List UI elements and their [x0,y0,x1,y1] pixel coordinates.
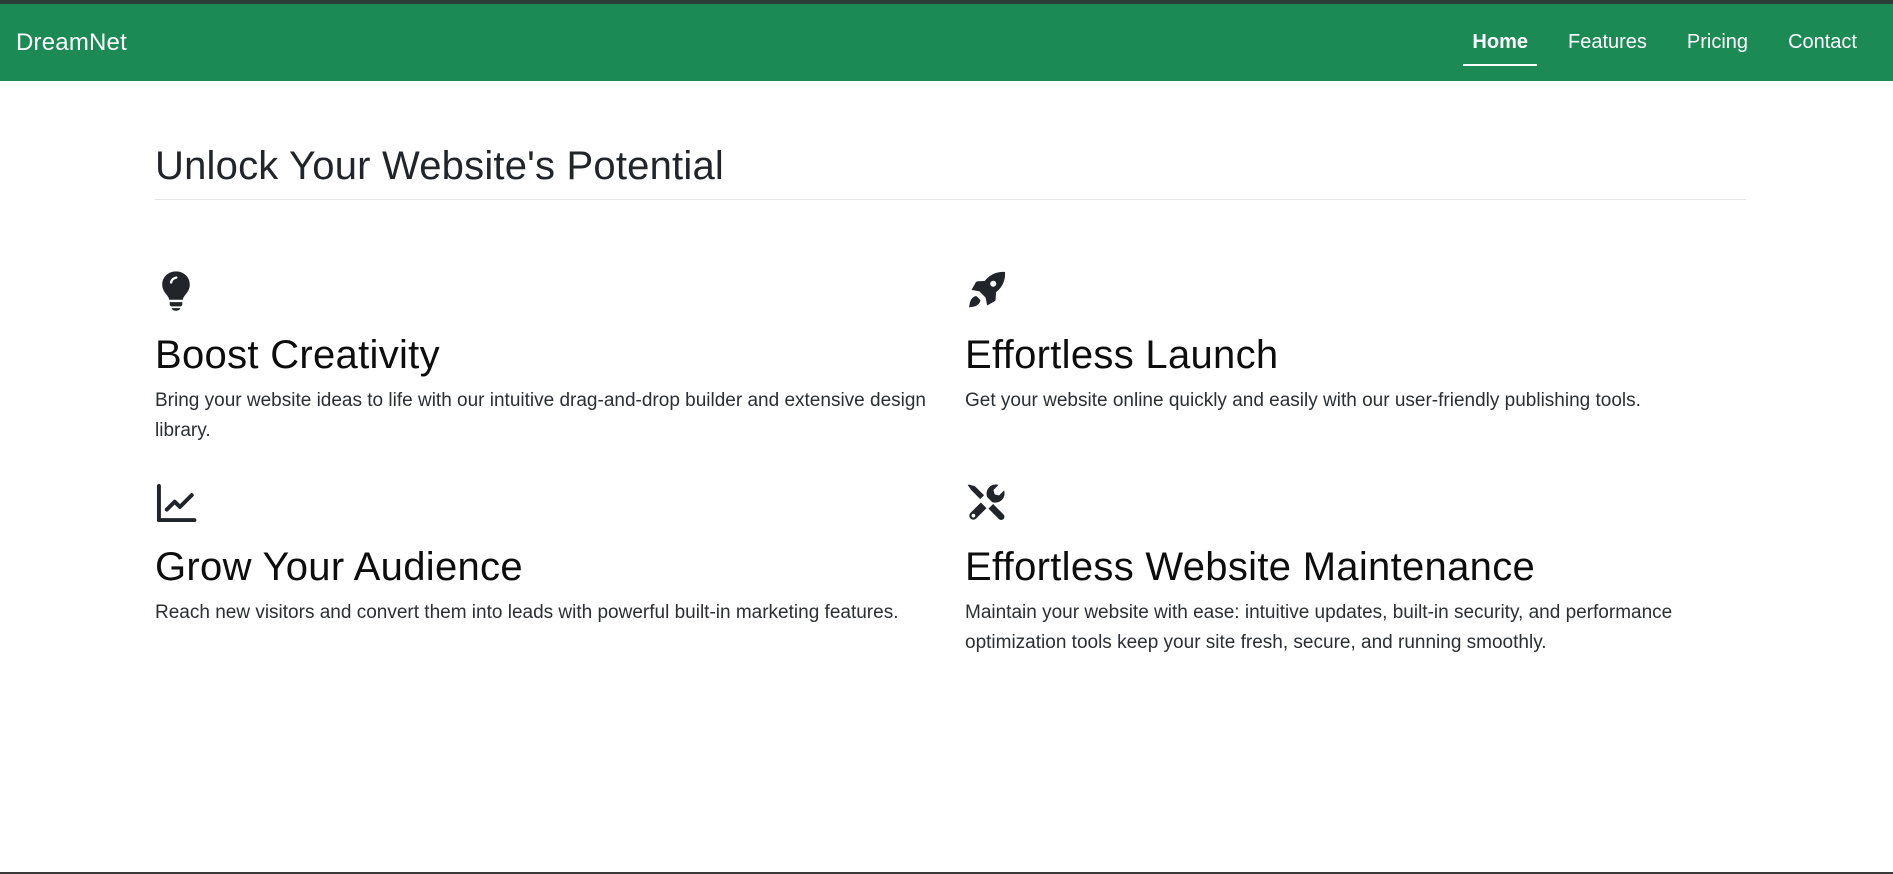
nav-link-home[interactable]: Home [1452,4,1548,81]
feature-description: Reach new visitors and convert them into… [155,602,899,623]
feature-description: Bring your website ideas to life with ou… [155,390,926,441]
tools-icon [967,484,1005,520]
feature-card: Effortless Website Maintenance Maintain … [965,482,1746,658]
main-content: Unlock Your Website's Potential Boost Cr… [155,81,1746,658]
feature-title: Grow Your Audience [155,545,523,589]
nav-link-features[interactable]: Features [1548,4,1667,81]
features-grid: Boost Creativity Bring your website idea… [155,270,1746,658]
page-title: Unlock Your Website's Potential [155,144,724,188]
rocket-icon [969,271,1006,308]
feature-card: Grow Your Audience Reach new visitors an… [155,482,965,658]
feature-title: Boost Creativity [155,333,440,377]
title-divider [155,199,1746,200]
nav-link-pricing[interactable]: Pricing [1667,4,1768,81]
line-chart-icon [156,483,197,523]
feature-description: Get your website online quickly and easi… [965,390,1641,411]
lightbulb-icon [162,271,190,311]
feature-description: Maintain your website with ease: intuiti… [965,602,1673,653]
brand-logo-link[interactable]: DreamNet [16,29,127,57]
feature-title: Effortless Launch [965,333,1279,377]
feature-card: Boost Creativity Bring your website idea… [155,270,965,446]
nav-links: Home Features Pricing Contact [1452,4,1877,81]
feature-title: Effortless Website Maintenance [965,545,1536,589]
navbar: DreamNet Home Features Pricing Contact [0,4,1893,81]
nav-link-contact[interactable]: Contact [1768,4,1877,81]
feature-card: Effortless Launch Get your website onlin… [965,270,1746,446]
